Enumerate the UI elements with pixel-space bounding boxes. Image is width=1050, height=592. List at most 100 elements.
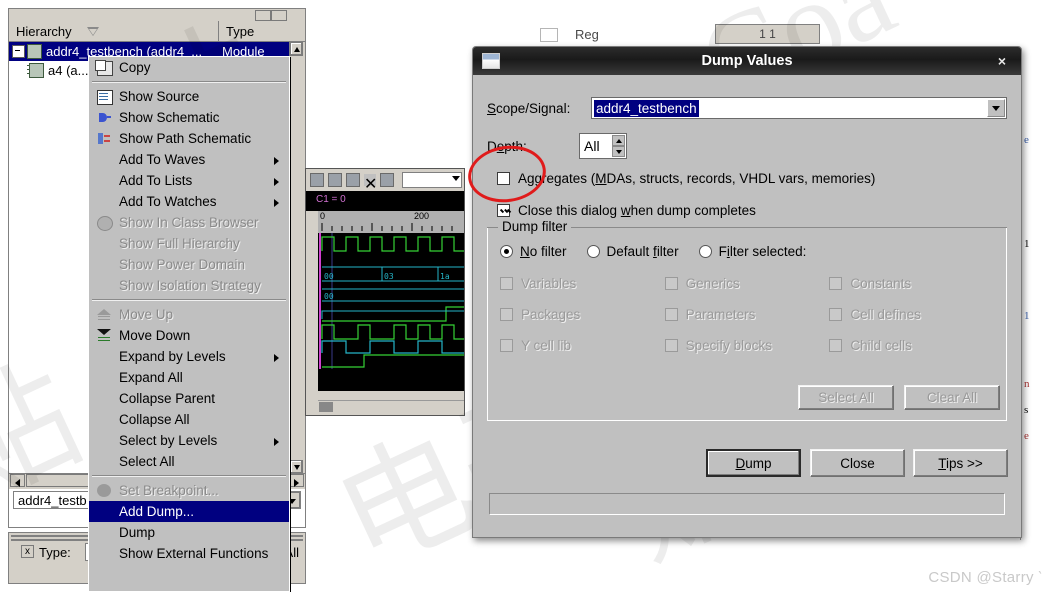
radio-no-filter[interactable] <box>500 245 513 258</box>
hierarchy-vertical-scrollbar[interactable] <box>289 42 305 474</box>
scroll-thumb[interactable] <box>319 402 333 412</box>
copy-icon[interactable] <box>328 173 342 187</box>
column-header-type[interactable]: Type <box>219 21 305 41</box>
menu-item-add-dump[interactable]: Add Dump... <box>89 501 289 522</box>
aggregates-label: Aggregates (MDAs, structs, records, VHDL… <box>518 171 876 186</box>
menu-separator <box>92 81 286 83</box>
stepper-down-icon[interactable] <box>612 146 625 157</box>
top-strip-reg-label: Reg <box>575 27 599 42</box>
wave-window[interactable]: ✕ C1 = 0 0 200 00 03 1a 00 <box>305 168 465 416</box>
tips-button[interactable]: Tips >> <box>913 449 1008 477</box>
radio-filter-selected-label: Filter selected: <box>718 244 807 259</box>
radio-filter-selected[interactable] <box>698 245 712 258</box>
dialog-title-bar[interactable]: Dump Values × <box>473 47 1021 75</box>
scroll-up-button[interactable] <box>290 42 303 56</box>
depth-stepper[interactable]: All <box>579 133 627 159</box>
scroll-left-button[interactable] <box>10 474 25 487</box>
menu-item-show-source[interactable]: Show Source <box>89 86 289 107</box>
scroll-down-button[interactable] <box>290 460 303 474</box>
find-input[interactable] <box>402 172 462 188</box>
menu-item-label: Dump <box>119 525 156 540</box>
menu-item-collapse-all[interactable]: Collapse All <box>89 409 289 430</box>
close-icon[interactable]: × <box>993 52 1011 70</box>
wave-toolbar[interactable]: ✕ <box>306 169 464 193</box>
aggregates-checkbox-row[interactable]: Aggregates (MDAs, structs, records, VHDL… <box>497 171 875 186</box>
dump-button[interactable]: Dump <box>706 449 801 477</box>
aggregates-checkbox[interactable] <box>497 172 510 185</box>
dump-filter-group: Dump filter No filter Default filter Fil… <box>487 219 1007 421</box>
dump-values-dialog[interactable]: Dump Values × Scope/Signal: addr4_testbe… <box>472 46 1022 538</box>
menu-item-label: Set Breakpoint... <box>119 483 219 498</box>
filter-checkbox-row-constants: Constants <box>829 276 994 291</box>
menu-item-label: Move Down <box>119 328 191 343</box>
checkbox-parameters <box>664 308 678 321</box>
select-all-button[interactable]: Select All <box>798 385 894 410</box>
menu-item-label: Show Schematic <box>119 110 220 125</box>
scroll-thumb[interactable] <box>26 474 96 487</box>
close-on-complete-checkbox[interactable] <box>497 204 510 217</box>
menu-item-label: Copy <box>119 60 151 75</box>
menu-item-dump[interactable]: Dump <box>89 522 289 543</box>
menu-item-label: Add To Waves <box>119 152 206 167</box>
menu-item-label: Show Path Schematic <box>119 131 252 146</box>
chevron-down-icon[interactable] <box>987 99 1005 117</box>
top-strip-small-box <box>540 28 558 42</box>
checkbox-label: Specify blocks <box>685 338 772 353</box>
delete-icon[interactable]: ✕ <box>364 174 377 193</box>
column-header-hierarchy[interactable]: Hierarchy <box>9 21 219 41</box>
menu-item-show-isolation-strategy: Show Isolation Strategy <box>89 275 289 296</box>
menu-item-show-schematic[interactable]: Show Schematic <box>89 107 289 128</box>
menu-item-add-to-watches[interactable]: Add To Watches <box>89 191 289 212</box>
menu-item-show-external-functions[interactable]: Show External Functions <box>89 543 289 564</box>
find-icon[interactable] <box>380 173 394 187</box>
minimize-button[interactable] <box>255 10 271 21</box>
radio-default-filter[interactable] <box>586 245 600 258</box>
table-row[interactable]: a4 (a... <box>9 61 88 80</box>
collapse-icon[interactable] <box>12 45 25 58</box>
menu-item-add-to-lists[interactable]: Add To Lists <box>89 170 289 191</box>
menu-item-label: Add Dump... <box>119 504 195 519</box>
menu-item-select-by-levels[interactable]: Select by Levels <box>89 430 289 451</box>
menu-item-label: Show In Class Browser <box>119 215 259 230</box>
menu-item-add-to-waves[interactable]: Add To Waves <box>89 149 289 170</box>
hierarchy-context-menu[interactable]: Copy Show Source Show Schematic Show Path S… <box>88 56 290 592</box>
svg-text:03: 03 <box>384 272 394 281</box>
tips-button-label: Tips >> <box>938 455 983 471</box>
window-icon <box>482 53 500 69</box>
menu-item-show-path-schematic[interactable]: Show Path Schematic <box>89 128 289 149</box>
filter-checkbox-row-child-cells: Child cells <box>829 338 994 353</box>
svg-text:1a: 1a <box>440 272 450 281</box>
ruler-tick-start: 0 <box>320 211 326 221</box>
close-on-complete-row[interactable]: Close this dialog when dump completes <box>497 203 756 218</box>
menu-item-collapse-parent[interactable]: Collapse Parent <box>89 388 289 409</box>
checkbox-label: Child cells <box>850 338 912 353</box>
paste-icon[interactable] <box>346 173 360 187</box>
menu-item-select-all[interactable]: Select All <box>89 451 289 472</box>
clear-all-button[interactable]: Clear All <box>904 385 1000 410</box>
scope-signal-combo[interactable]: addr4_testbench <box>591 97 1007 119</box>
schematic-icon <box>97 111 111 124</box>
close-icon[interactable]: x <box>21 545 34 558</box>
cut-icon[interactable] <box>310 173 324 187</box>
menu-item-move-down[interactable]: Move Down <box>89 325 289 346</box>
menu-item-copy[interactable]: Copy <box>89 57 289 78</box>
status-bar <box>489 493 1005 515</box>
menu-item-expand-all[interactable]: Expand All <box>89 367 289 388</box>
menu-item-expand-by-levels[interactable]: Expand by Levels <box>89 346 289 367</box>
move-up-icon <box>97 308 111 321</box>
cancel-button[interactable]: Close <box>810 449 905 477</box>
wave-canvas[interactable]: 00 03 1a 00 <box>318 233 464 391</box>
stepper-up-icon[interactable] <box>612 135 625 146</box>
checkbox-constants <box>829 277 843 290</box>
checkbox-label: Y cell lib <box>521 338 572 353</box>
right-panel-glyph: 1 <box>1024 310 1030 322</box>
csdn-watermark: CSDN @Starry ‵ <box>928 569 1042 586</box>
right-side-panel: e 1 1 n s e <box>1020 96 1050 540</box>
filter-radio-group[interactable]: No filter Default filter Filter selected… <box>500 244 806 259</box>
menu-item-label: Select All <box>119 454 175 469</box>
wave-horizontal-scrollbar[interactable] <box>318 400 464 415</box>
radio-default-filter-label: Default filter <box>606 244 679 259</box>
class-browser-icon <box>97 216 113 231</box>
maximize-button[interactable] <box>271 10 287 21</box>
scroll-right-button[interactable] <box>289 474 304 487</box>
